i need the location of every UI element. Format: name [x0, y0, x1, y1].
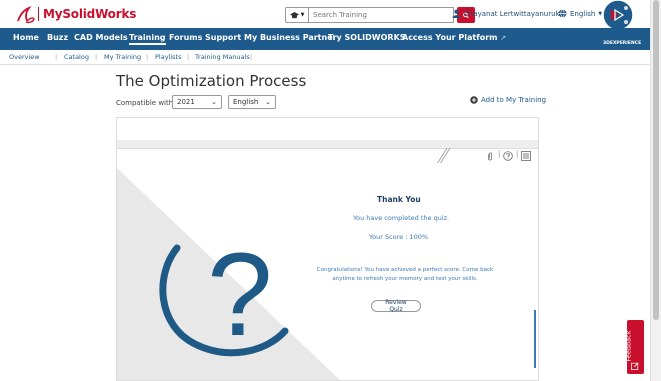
nav-item-support[interactable]: Support — [205, 33, 241, 42]
language-value: English — [233, 98, 259, 106]
top-bar: MySolidWorks ▼ Chayanat Lertwittayanuruk… — [0, 0, 661, 31]
congratulations-message: Congratulations! You have achieved a per… — [316, 267, 494, 282]
nav-item-try-solidworks[interactable]: Try SOLIDWORKS — [328, 33, 406, 42]
user-menu[interactable]: Chayanat Lertwittayanuruk ▼ — [452, 9, 566, 18]
nav-item-access-your-platform[interactable]: Access Your Platform ↗ — [402, 33, 506, 42]
subnav-divider: | — [250, 53, 253, 61]
user-icon — [452, 9, 461, 18]
help-icon[interactable] — [503, 151, 513, 161]
player-scroll-indicator[interactable] — [534, 310, 536, 368]
player-header-strip — [117, 140, 538, 148]
quiz-completed-text: You have completed the quiz. — [353, 214, 450, 222]
subnav-item-my-training[interactable]: My Training — [104, 53, 141, 61]
ds-logo-icon[interactable] — [16, 6, 36, 24]
page-title: The Optimization Process — [116, 72, 307, 90]
chevron-down-icon: ▼ — [300, 12, 305, 18]
toolbar-divider: | — [516, 150, 519, 158]
nav-item-cad-models[interactable]: CAD Models — [74, 33, 128, 42]
language-label: English — [570, 9, 596, 18]
toolbar-divider: | — [498, 150, 501, 158]
review-quiz-button[interactable]: Review Quiz — [371, 299, 421, 313]
logo-separator — [38, 7, 39, 21]
edit-icon — [631, 362, 639, 370]
chevron-down-icon: ⌄ — [211, 98, 217, 106]
search-input[interactable] — [309, 7, 454, 23]
page-scrollbar[interactable] — [650, 0, 661, 381]
nav-item-forums[interactable]: Forums — [169, 33, 202, 42]
plus-circle-icon — [470, 96, 478, 104]
subnav-item-overview[interactable]: Overview — [9, 53, 40, 61]
subnav-item-catalog[interactable]: Catalog — [64, 53, 89, 61]
platform-label: 3DEXPERIENCE — [603, 41, 642, 46]
version-select[interactable]: 2021 ⌄ — [172, 95, 222, 109]
nav-item-home[interactable]: Home — [13, 33, 39, 42]
paperclip-icon[interactable] — [487, 152, 493, 161]
nav-item-my-business-partner[interactable]: My Business Partner — [244, 33, 337, 42]
thank-you-heading: Thank You — [377, 195, 421, 204]
add-to-my-training-label: Add to My Training — [481, 96, 547, 104]
svg-text:?: ? — [207, 229, 273, 361]
subnav-divider: | — [146, 53, 149, 61]
quiz-score: Your Score : 100% — [369, 233, 428, 241]
user-name: Chayanat Lertwittayanuruk — [464, 9, 560, 18]
subnav-item-training-manuals[interactable]: Training Manuals — [195, 53, 250, 61]
nav-item-buzz[interactable]: Buzz — [47, 33, 68, 42]
subnav-item-playlists[interactable]: Playlists — [155, 53, 182, 61]
subnav-divider: | — [187, 53, 190, 61]
score-value: 100% — [409, 233, 429, 241]
nav-item-training[interactable]: Training — [129, 33, 166, 45]
version-value: 2021 — [177, 98, 195, 106]
course-player: | | ? — [116, 117, 539, 381]
language-select[interactable]: English ⌄ — [228, 95, 276, 109]
compatible-label: Compatible with — [116, 99, 174, 107]
feedback-label: Feedback — [624, 330, 633, 362]
search-type-dropdown[interactable]: ▼ — [285, 7, 309, 23]
feedback-tab[interactable]: Feedback — [624, 320, 644, 374]
subnav-divider: | — [55, 53, 58, 61]
graduation-cap-icon — [289, 11, 299, 18]
main-nav: Home Buzz CAD Models Training Forums Sup… — [0, 28, 661, 50]
score-label: Your Score : — [369, 233, 408, 241]
nav-item-label: Access Your Platform — [402, 33, 498, 42]
chevron-down-icon: ⌄ — [265, 98, 271, 106]
add-to-my-training-button[interactable]: Add to My Training — [470, 96, 546, 104]
subnav-divider: | — [95, 53, 98, 61]
language-menu[interactable]: English ▼ — [558, 9, 602, 18]
external-link-icon: ↗ — [500, 34, 507, 42]
brand-logo[interactable]: MySolidWorks — [43, 7, 136, 21]
globe-icon — [558, 9, 567, 18]
menu-list-icon[interactable] — [521, 151, 531, 161]
scrollbar-thumb[interactable] — [653, 0, 659, 320]
search-bar: ▼ — [285, 7, 475, 23]
sub-nav: Overview | Catalog | My Training | Playl… — [0, 50, 661, 65]
player-toolbar: | | — [117, 147, 538, 165]
